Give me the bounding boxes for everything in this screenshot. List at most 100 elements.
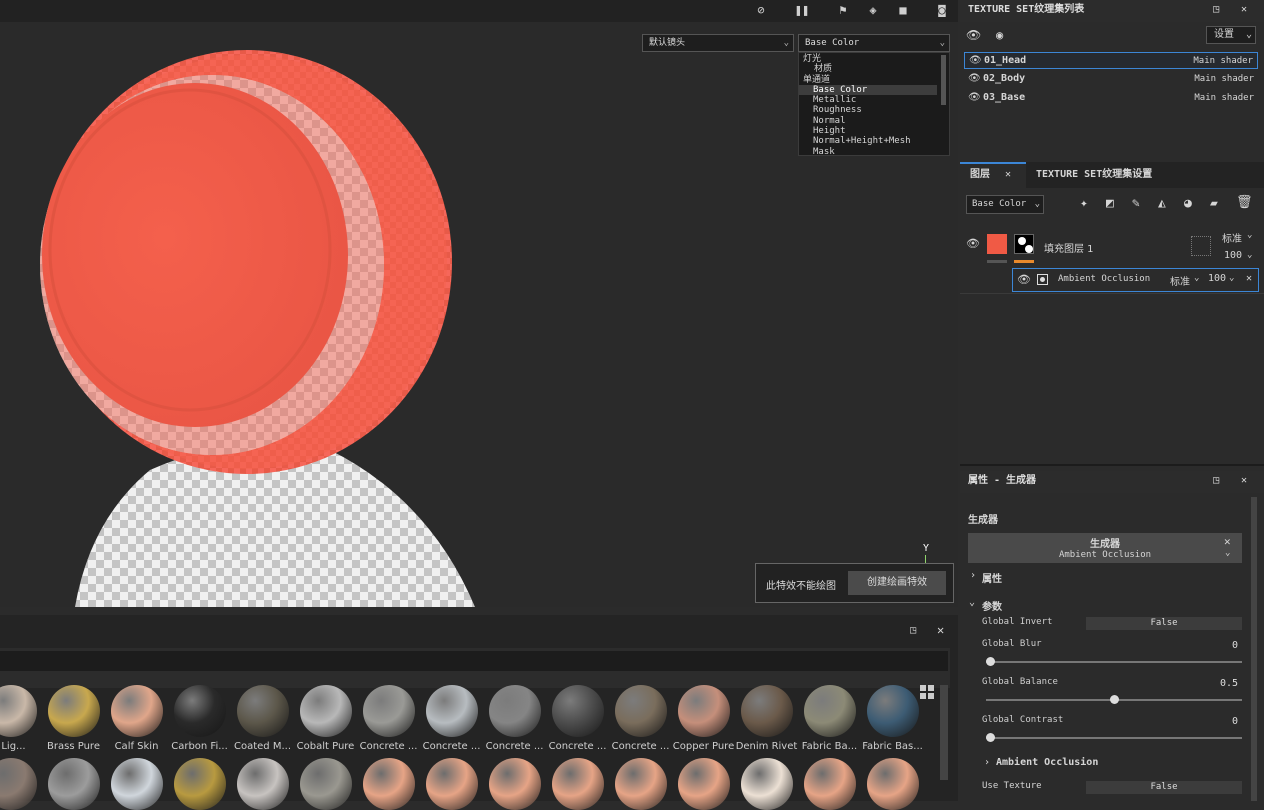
texture-set-shader[interactable]: Main shader (1194, 90, 1254, 106)
eye-icon[interactable]: 👁 (1017, 273, 1031, 286)
eye-icon[interactable]: 👁 (969, 53, 982, 69)
channel-item[interactable]: Normal (799, 116, 949, 126)
global-contrast-knob[interactable] (986, 733, 995, 742)
close-icon[interactable]: ✕ (937, 623, 944, 637)
channel-list-scrollbar[interactable] (941, 55, 946, 105)
material-thumbnail[interactable]: Concrete ... (609, 685, 672, 752)
material-thumbnail[interactable] (420, 758, 483, 810)
channel-list[interactable]: 灯光 材质 单通道 Base Color Metallic Roughness … (798, 52, 950, 157)
shelf-scrollbar[interactable] (940, 685, 948, 780)
material-thumbnail[interactable] (294, 758, 357, 810)
float-icon[interactable]: ◳ (910, 625, 916, 636)
global-contrast-slider[interactable] (986, 737, 1242, 739)
material-thumbnail[interactable]: Denim Rivet (735, 685, 798, 752)
add-mask-icon[interactable]: ◩ (1106, 196, 1114, 211)
3d-viewport[interactable]: ⊘ ❚❚ ⚑ ◈ ■ ◙ 默认镜头 ⌄ Base Color ⌄ 灯光 材质 单… (0, 0, 958, 607)
material-thumbnail[interactable]: Coated M... (231, 685, 294, 752)
texture-set-row[interactable]: 👁 03_Base Main shader (964, 90, 1258, 107)
global-invert-field[interactable]: False (1086, 617, 1242, 630)
material-thumbnail[interactable]: Calf Skin (105, 685, 168, 752)
screenshot-icon[interactable]: ◙ (933, 2, 951, 18)
material-thumbnail[interactable]: Brass Pure (42, 685, 105, 752)
shelf-search-bar[interactable] (0, 648, 950, 688)
float-icon[interactable]: ◳ (1213, 0, 1219, 20)
eye-icon[interactable]: ◉ (996, 28, 1003, 42)
channel-item[interactable]: Base Color (799, 84, 937, 96)
material-thumbnail[interactable] (168, 758, 231, 810)
magic-wand-icon[interactable]: ✦ (1080, 196, 1088, 211)
folder-icon[interactable]: ▰ (1210, 196, 1218, 211)
chevron-right-icon[interactable]: › (984, 757, 990, 768)
close-icon[interactable]: ✕ (1005, 164, 1011, 186)
channel-group-single[interactable]: 单通道 (799, 75, 949, 85)
chevron-down-icon[interactable]: ⌄ (1225, 548, 1230, 558)
cube-icon[interactable]: ◈ (864, 2, 882, 18)
material-thumbnail[interactable] (861, 758, 924, 810)
material-thumbnail[interactable] (735, 758, 798, 810)
global-balance-knob[interactable] (1109, 695, 1119, 704)
channel-group-light[interactable]: 灯光 (799, 54, 949, 64)
eye-icon[interactable]: 👁 (968, 90, 981, 106)
group-params[interactable]: 参数 (982, 598, 1002, 613)
effect-row[interactable]: 👁 Ambient Occlusion 标准 ⌄ 100 ⌄ ✕ (1012, 268, 1259, 292)
eye-icon[interactable]: 👁 (966, 237, 980, 250)
float-icon[interactable]: ◳ (1213, 471, 1219, 491)
fill-bucket-icon[interactable]: ◭ (1158, 196, 1166, 211)
material-thumbnail[interactable]: Concrete ... (357, 685, 420, 752)
texture-set-shader[interactable]: Main shader (1194, 71, 1254, 87)
layer-channel-select[interactable]: Base Color ⌄ (966, 195, 1044, 214)
flag-icon[interactable]: ⚑ (834, 2, 852, 18)
material-thumbnail[interactable] (609, 758, 672, 810)
ao-group[interactable]: Ambient Occlusion (996, 757, 1098, 768)
material-thumbnail[interactable]: Carbon Fi... (168, 685, 231, 752)
close-icon[interactable]: ✕ (1224, 535, 1231, 548)
chevron-down-icon[interactable]: ⌄ (969, 597, 975, 608)
material-thumbnail[interactable] (105, 758, 168, 810)
opacity-field[interactable]: 100 (1224, 250, 1242, 261)
global-blur-slider[interactable] (986, 661, 1242, 663)
channel-item[interactable]: Mask (799, 147, 949, 157)
material-thumbnail[interactable] (546, 758, 609, 810)
camera-dropdown[interactable]: 默认镜头 ⌄ (642, 34, 794, 52)
channel-item[interactable]: Height (799, 126, 949, 136)
brush-icon[interactable]: ✎ (1132, 196, 1140, 211)
material-thumbnail[interactable] (798, 758, 861, 810)
material-thumbnail[interactable] (483, 758, 546, 810)
material-thumbnail[interactable]: Concrete ... (483, 685, 546, 752)
chevron-right-icon[interactable]: › (970, 570, 976, 581)
global-blur-value[interactable]: 0 (1146, 640, 1238, 651)
camera-video-icon[interactable]: ■ (894, 2, 912, 18)
texture-set-row[interactable]: 👁 01_Head Main shader (964, 52, 1258, 69)
material-thumbnail[interactable]: Copper Pure (672, 685, 735, 752)
channel-dropdown[interactable]: Base Color ⌄ (798, 34, 950, 52)
close-icon[interactable]: ✕ (1241, 471, 1247, 491)
pause-icon[interactable]: ❚❚ (793, 2, 811, 18)
channel-item[interactable]: Normal+Height+Mesh (799, 136, 949, 146)
group-attributes[interactable]: 属性 (982, 570, 1002, 585)
global-contrast-value[interactable]: 0 (1146, 716, 1238, 727)
tab-layers[interactable]: 图层 ✕ (960, 162, 1026, 188)
material-thumbnail[interactable] (231, 758, 294, 810)
effect-blend-select[interactable]: 标准 (1170, 273, 1190, 288)
material-thumbnail[interactable]: Concrete ... (546, 685, 609, 752)
channel-item[interactable]: Roughness (799, 105, 949, 115)
close-icon[interactable]: ✕ (1246, 273, 1252, 284)
texture-set-shader[interactable]: Main shader (1193, 53, 1253, 69)
material-thumbnail[interactable]: Fabric Bas... (861, 685, 924, 752)
texture-set-row[interactable]: 👁 02_Body Main shader (964, 71, 1258, 88)
global-blur-knob[interactable] (986, 657, 995, 666)
eye-icon[interactable]: 👁 (968, 71, 981, 87)
channel-item[interactable]: Metallic (799, 95, 949, 105)
material-thumbnail[interactable] (672, 758, 735, 810)
effect-opacity-field[interactable]: 100 (1208, 273, 1226, 284)
material-thumbnail[interactable] (0, 758, 42, 810)
close-icon[interactable]: ✕ (1241, 0, 1247, 20)
use-texture-field[interactable]: False (1086, 781, 1242, 794)
material-thumbnail[interactable]: Fabric Ba... (798, 685, 861, 752)
settings-dropdown[interactable]: 设置 ⌄ (1206, 26, 1256, 44)
material-thumbnail[interactable] (42, 758, 105, 810)
material-thumbnail[interactable]: l Lig... (0, 685, 42, 752)
create-paint-effect-button[interactable]: 创建绘画特效 (848, 571, 946, 595)
hide-icon[interactable]: ⊘ (752, 2, 770, 18)
trash-icon[interactable]: 🗑 (1236, 195, 1253, 210)
